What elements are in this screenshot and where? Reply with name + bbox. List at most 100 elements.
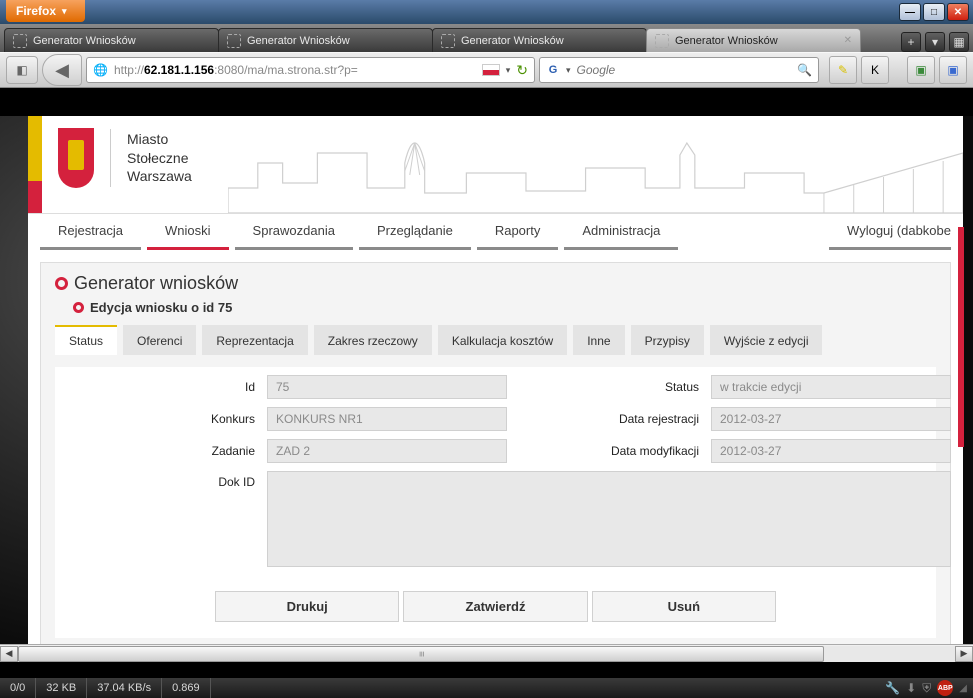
status-size: 32 KB bbox=[36, 678, 87, 698]
browser-tab[interactable]: Generator Wniosków bbox=[218, 28, 433, 52]
site-banner: Miasto Stołeczne Warszawa bbox=[28, 116, 963, 214]
search-icon[interactable]: 🔍 bbox=[797, 63, 812, 77]
banner-stripe bbox=[28, 116, 42, 213]
tab-title: Generator Wniosków bbox=[247, 35, 350, 47]
tab-kalkulacja[interactable]: Kalkulacja kosztów bbox=[438, 325, 567, 355]
label-data-modyfikacji: Data modyfikacji bbox=[519, 444, 699, 458]
logout-link[interactable]: Wyloguj (dabkobe bbox=[829, 214, 951, 250]
tab-zakres[interactable]: Zakres rzeczowy bbox=[314, 325, 432, 355]
field-status: w trakcie edycji bbox=[711, 375, 951, 399]
content-panel: Generator wniosków Edycja wniosku o id 7… bbox=[40, 262, 951, 655]
page-icon bbox=[655, 34, 669, 48]
flag-icon bbox=[482, 64, 500, 76]
delete-button[interactable]: Usuń bbox=[592, 591, 776, 622]
url-text[interactable]: http://62.181.1.156:8080/ma/ma.strona.st… bbox=[114, 63, 476, 77]
url-bar[interactable]: 🌐 http://62.181.1.156:8080/ma/ma.strona.… bbox=[86, 57, 535, 83]
nav-raporty[interactable]: Raporty bbox=[477, 214, 559, 250]
form-tabs: Status Oferenci Reprezentacja Zakres rze… bbox=[55, 325, 936, 355]
logo-text: Miasto Stołeczne Warszawa bbox=[127, 130, 192, 187]
scroll-right-button[interactable]: ▶ bbox=[955, 646, 973, 662]
chevron-down-icon[interactable]: ▾ bbox=[506, 65, 511, 76]
field-data-modyfikacji: 2012-03-27 bbox=[711, 439, 951, 463]
status-form: Id 75 Status w trakcie edycji Konkurs KO… bbox=[55, 367, 936, 638]
tab-reprezentacja[interactable]: Reprezentacja bbox=[202, 325, 307, 355]
browser-tabstrip: Firefox Generator Wniosków Generator Wni… bbox=[0, 24, 973, 52]
browser-tab[interactable]: Generator Wniosków bbox=[432, 28, 647, 52]
abp-icon[interactable]: ABP bbox=[937, 680, 953, 696]
field-zadanie: ZAD 2 bbox=[267, 439, 507, 463]
k-addon-button[interactable]: K bbox=[861, 56, 889, 84]
tab-wyjscie[interactable]: Wyjście z edycji bbox=[710, 325, 823, 355]
divider bbox=[110, 129, 111, 187]
print-button[interactable]: Drukuj bbox=[215, 591, 399, 622]
label-dokid: Dok ID bbox=[55, 471, 255, 489]
nav-wnioski[interactable]: Wnioski bbox=[147, 214, 229, 250]
main-nav: Rejestracja Wnioski Sprawozdania Przeglą… bbox=[28, 214, 963, 250]
status-speed: 37.04 KB/s bbox=[87, 678, 162, 698]
tab-title: Generator Wniosków bbox=[33, 35, 136, 47]
highlighter-addon-button[interactable]: ✎ bbox=[829, 56, 857, 84]
status-counter: 0/0 bbox=[0, 678, 36, 698]
tab-oferenci[interactable]: Oferenci bbox=[123, 325, 196, 355]
search-input[interactable] bbox=[577, 63, 792, 77]
scroll-track[interactable] bbox=[18, 646, 955, 662]
addon-button[interactable]: ▣ bbox=[907, 56, 935, 84]
tab-przypisy[interactable]: Przypisy bbox=[631, 325, 704, 355]
firefox-menu-label: Firefox bbox=[16, 4, 56, 18]
tab-title: Generator Wniosków bbox=[461, 35, 564, 47]
reload-icon[interactable]: ↻ bbox=[516, 62, 528, 79]
search-bar[interactable]: G ▾ 🔍 bbox=[539, 57, 819, 83]
sidebar-toggle-button[interactable]: ◧ bbox=[6, 56, 38, 84]
firefox-menu-button[interactable]: Firefox bbox=[6, 0, 85, 22]
accent-bar bbox=[958, 227, 964, 447]
site-logo[interactable]: Miasto Stołeczne Warszawa bbox=[58, 128, 192, 188]
maximize-button[interactable]: □ bbox=[923, 3, 945, 21]
browser-tab[interactable]: Generator Wniosków bbox=[4, 28, 219, 52]
panel-title: Generator wniosków bbox=[55, 273, 936, 294]
field-dokid[interactable] bbox=[267, 471, 951, 567]
browser-tab[interactable]: Generator Wniosków ✕ bbox=[646, 28, 861, 52]
approve-button[interactable]: Zatwierdź bbox=[403, 591, 587, 622]
tab-inne[interactable]: Inne bbox=[573, 325, 624, 355]
label-zadanie: Zadanie bbox=[55, 444, 255, 458]
download-icon[interactable]: ⬇ bbox=[906, 681, 916, 695]
shield-icon[interactable]: ⛨ bbox=[922, 681, 931, 696]
scroll-left-button[interactable]: ◀ bbox=[0, 646, 18, 662]
field-id: 75 bbox=[267, 375, 507, 399]
browser-navbar: ◧ ◀ 🌐 http://62.181.1.156:8080/ma/ma.str… bbox=[0, 52, 973, 88]
page-body: Miasto Stołeczne Warszawa Rejestra bbox=[28, 116, 963, 644]
crest-icon bbox=[58, 128, 94, 188]
page-viewport: Miasto Stołeczne Warszawa Rejestra bbox=[0, 116, 973, 662]
tab-status[interactable]: Status bbox=[55, 325, 117, 355]
label-konkurs: Konkurs bbox=[55, 412, 255, 426]
bullet-icon bbox=[55, 277, 68, 290]
list-tabs-button[interactable]: ▾ bbox=[925, 32, 945, 52]
nav-przegladanie[interactable]: Przeglądanie bbox=[359, 214, 471, 250]
tab-groups-button[interactable]: ▦ bbox=[949, 32, 969, 52]
field-konkurs: KONKURS NR1 bbox=[267, 407, 507, 431]
close-button[interactable]: ✕ bbox=[947, 3, 969, 21]
skyline-illustration bbox=[228, 133, 963, 213]
os-titlebar: — □ ✕ bbox=[0, 0, 973, 24]
label-id: Id bbox=[55, 380, 255, 394]
nav-rejestracja[interactable]: Rejestracja bbox=[40, 214, 141, 250]
label-status: Status bbox=[519, 380, 699, 394]
chevron-down-icon[interactable]: ▾ bbox=[566, 65, 571, 76]
page-icon bbox=[13, 34, 27, 48]
back-button[interactable]: ◀ bbox=[42, 54, 82, 86]
close-icon[interactable]: ✕ bbox=[844, 35, 852, 46]
nav-administracja[interactable]: Administracja bbox=[564, 214, 678, 250]
resize-grip-icon[interactable]: ◢ bbox=[959, 683, 967, 694]
nav-sprawozdania[interactable]: Sprawozdania bbox=[235, 214, 353, 250]
new-tab-button[interactable]: + bbox=[901, 32, 921, 52]
tab-title: Generator Wniosków bbox=[675, 35, 778, 47]
scroll-thumb[interactable] bbox=[18, 646, 824, 662]
browser-statusbar: 0/0 32 KB 37.04 KB/s 0.869 🔧 ⬇ ⛨ ABP ◢ bbox=[0, 678, 973, 698]
status-time: 0.869 bbox=[162, 678, 211, 698]
google-icon: G bbox=[546, 63, 560, 77]
wrench-icon[interactable]: 🔧 bbox=[885, 681, 900, 695]
minimize-button[interactable]: — bbox=[899, 3, 921, 21]
page-icon bbox=[227, 34, 241, 48]
addon-button[interactable]: ▣ bbox=[939, 56, 967, 84]
horizontal-scrollbar[interactable]: ◀ ▶ bbox=[0, 644, 973, 662]
